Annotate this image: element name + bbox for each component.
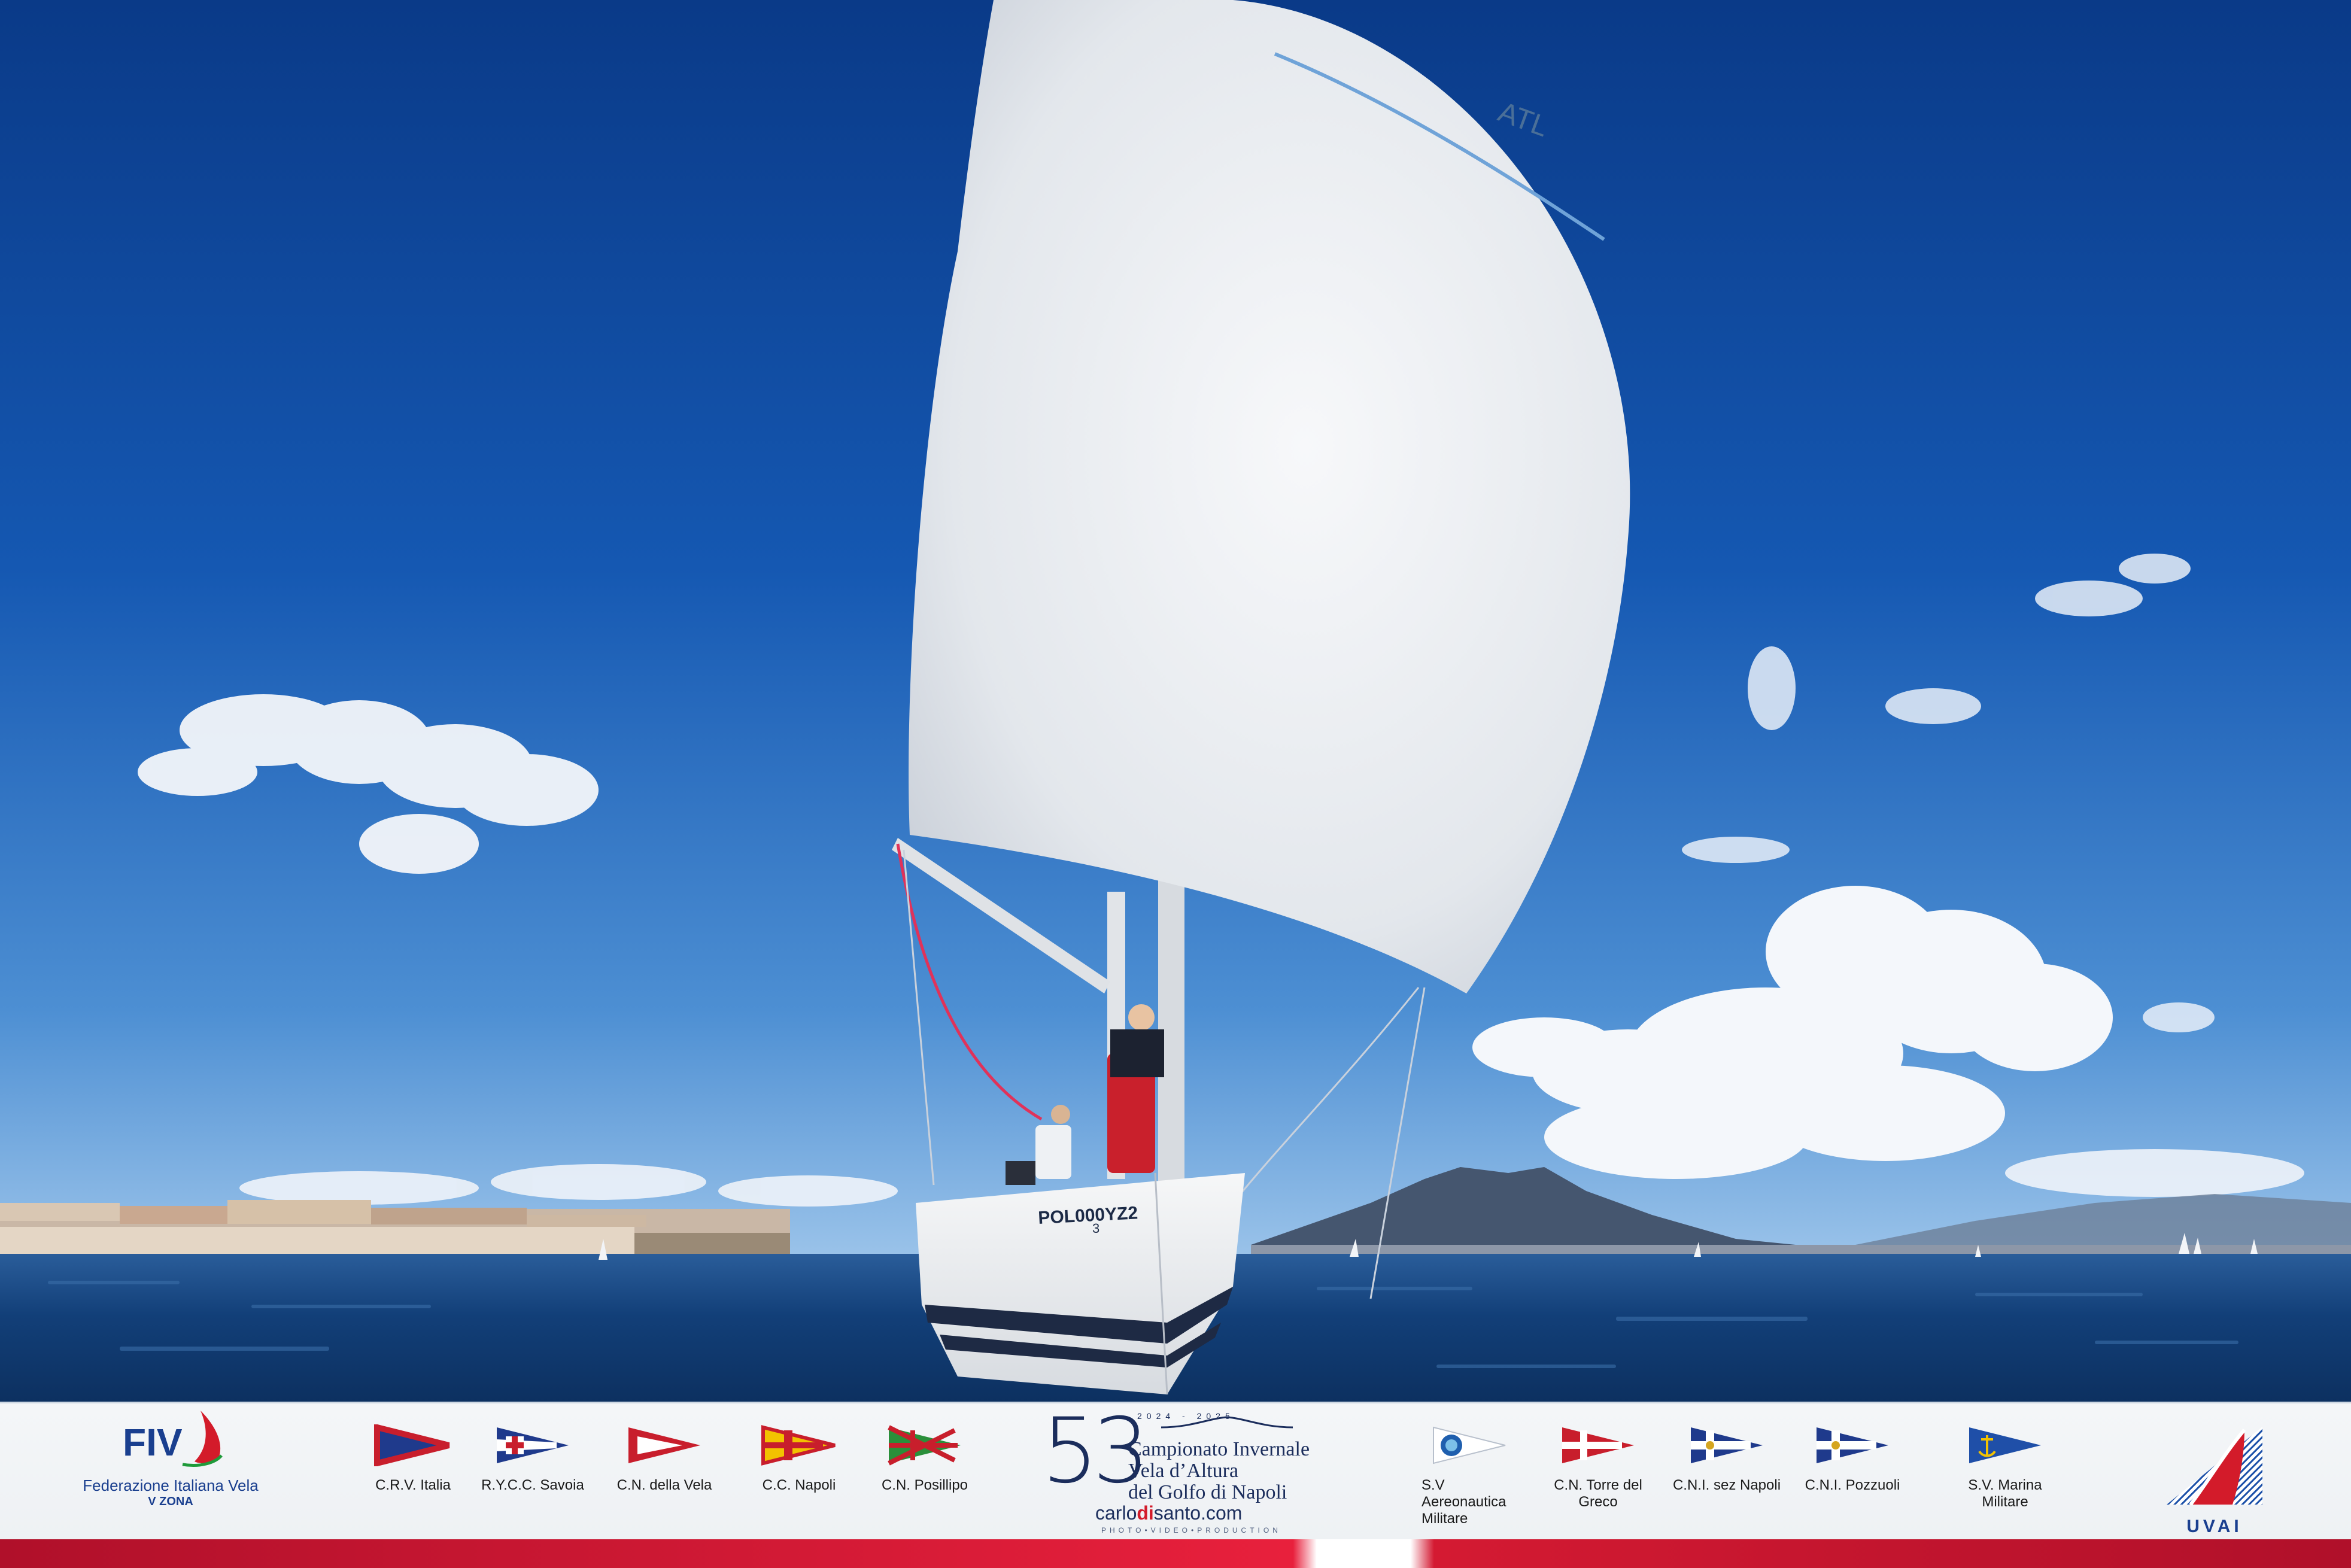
photo-credit: carlodisanto.com: [1095, 1502, 1242, 1524]
club-cn-torre-del-greco: C.N. Torre del Greco: [1538, 1424, 1658, 1511]
event-title-line3: del Golfo di Napoli: [1128, 1481, 1287, 1503]
club-rycc-savoia: R.Y.C.C. Savoia: [473, 1424, 593, 1494]
cni-pozzuoli-flag-icon: [1817, 1427, 1888, 1463]
vesuvius-line-icon: [1161, 1416, 1293, 1429]
sponsor-banner: FIV Federazione Italiana Vela V ZONA C.R…: [0, 1402, 2351, 1568]
photo-credit-sub: PHOTO•VIDEO•PRODUCTION: [1101, 1526, 1281, 1534]
club-label: S.V. Marina Militare: [1968, 1477, 2042, 1510]
fiv-name: Federazione Italiana Vela: [83, 1476, 259, 1494]
club-cc-napoli: C.C. Napoli: [739, 1424, 859, 1494]
club-cn-della-vela: C.N. della Vela: [605, 1424, 724, 1494]
club-label: C.C. Napoli: [762, 1477, 836, 1493]
club-cni-pozzuoli: C.N.I. Pozzuoli: [1793, 1424, 1912, 1494]
event-logo: 53 2024 - 2025 Campionato Invernale Vela…: [1041, 1406, 1353, 1538]
uvai-text: UVAI: [2186, 1517, 2243, 1536]
club-cn-posillipo: C.N. Posillipo: [865, 1424, 985, 1494]
hull-bow-number: 3: [1092, 1221, 1099, 1236]
club-label: C.N.I. Pozzuoli: [1805, 1477, 1900, 1493]
crv-italia-flag-icon: [374, 1424, 450, 1466]
fiv-logo: FIV Federazione Italiana Vela V ZONA: [72, 1408, 269, 1509]
club-label: S.V Aereonautica Militare: [1421, 1477, 1506, 1527]
fiv-emblem-icon: FIV: [123, 1411, 223, 1467]
club-sv-aeronautica: S.V Aereonautica Militare: [1410, 1424, 1529, 1527]
club-sv-marina-militare: S.V. Marina Militare: [1945, 1424, 2065, 1511]
cc-napoli-flag-icon: [761, 1425, 836, 1466]
club-label: C.N. Posillipo: [881, 1477, 968, 1493]
regatta-photo: ATL POL000YZ2 3: [0, 0, 2351, 1409]
club-label: R.Y.C.C. Savoia: [481, 1477, 584, 1493]
rycc-savoia-flag-icon: [497, 1427, 569, 1463]
event-title-line1: Campionato Invernale: [1128, 1438, 1310, 1460]
club-label: C.N. Torre del Greco: [1554, 1477, 1642, 1510]
sv-aeronautica-flag-icon: [1433, 1426, 1506, 1464]
banner-red-stripe: [0, 1539, 2351, 1568]
cni-napoli-flag-icon: [1691, 1427, 1763, 1463]
photo-credit-prefix: carlo: [1095, 1502, 1137, 1524]
fiv-zone: V ZONA: [148, 1495, 193, 1508]
cn-torre-del-greco-flag-icon: [1562, 1427, 1634, 1463]
cn-della-vela-flag-icon: [628, 1427, 700, 1463]
event-title-line2: Vela d’Altura: [1128, 1460, 1239, 1482]
club-label: C.N.I. sez Napoli: [1672, 1477, 1781, 1493]
sv-marina-militare-flag-icon: [1969, 1427, 2041, 1463]
photo-credit-suffix: santo.com: [1153, 1502, 1243, 1524]
svg-text:FIV: FIV: [123, 1421, 183, 1464]
club-label: C.N. della Vela: [616, 1477, 712, 1493]
uvai-sail-icon: [2167, 1427, 2262, 1506]
club-label: C.R.V. Italia: [375, 1477, 451, 1493]
club-crv-italia: C.R.V. Italia: [353, 1424, 473, 1494]
club-cni-napoli: C.N.I. sez Napoli: [1667, 1424, 1787, 1494]
photo-credit-highlight: di: [1137, 1502, 1154, 1524]
uvai-logo: UVAI: [2155, 1415, 2274, 1536]
cn-posillipo-flag-icon: [888, 1425, 961, 1466]
